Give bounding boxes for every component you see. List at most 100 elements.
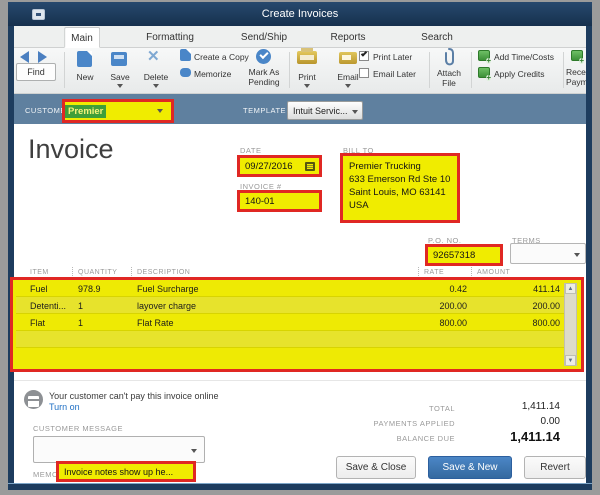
revert-button[interactable]: Revert bbox=[524, 456, 586, 479]
cell-quantity[interactable]: 978.9 bbox=[78, 284, 101, 294]
new-icon bbox=[77, 51, 92, 67]
scroll-down-icon[interactable]: ▼ bbox=[565, 355, 576, 366]
print-later-label[interactable]: Print Later bbox=[373, 52, 425, 62]
forward-arrow-icon[interactable] bbox=[38, 51, 47, 63]
bill-to-field[interactable]: Premier Trucking 633 Emerson Rd Ste 10 S… bbox=[340, 153, 460, 223]
cell-rate[interactable]: 0.42 bbox=[406, 284, 467, 294]
cell-item[interactable]: Detenti... bbox=[30, 301, 66, 311]
template-value: Intuit Servic... bbox=[293, 106, 348, 116]
receive-payments-icon bbox=[571, 50, 583, 61]
receive-payments-button[interactable]: Receive Payments bbox=[566, 67, 586, 87]
column-quantity: QUANTITY bbox=[78, 269, 117, 276]
cell-description[interactable]: Flat Rate bbox=[137, 318, 174, 328]
tab-main[interactable]: Main bbox=[64, 27, 100, 48]
tab-send-ship[interactable]: Send/Ship bbox=[235, 27, 293, 48]
form-title: Invoice bbox=[28, 134, 114, 165]
save-icon bbox=[111, 52, 127, 66]
tab-formatting[interactable]: Formatting bbox=[140, 27, 200, 48]
cell-description[interactable]: Fuel Surcharge bbox=[137, 284, 199, 294]
column-rate: RATE bbox=[424, 269, 444, 276]
cell-item[interactable]: Flat bbox=[30, 318, 45, 328]
print-later-checkbox[interactable] bbox=[359, 51, 369, 61]
print-button[interactable]: Print bbox=[292, 72, 322, 82]
save-dropdown-icon[interactable] bbox=[117, 84, 123, 88]
window-titlebar: Create Invoices bbox=[8, 2, 592, 26]
save-close-button[interactable]: Save & Close bbox=[336, 456, 416, 479]
ribbon-divider bbox=[429, 52, 430, 88]
save-button[interactable]: Save bbox=[103, 72, 137, 82]
table-row-empty[interactable] bbox=[16, 348, 564, 365]
cell-rate[interactable]: 800.00 bbox=[406, 318, 467, 328]
total-label: TOTAL bbox=[335, 404, 455, 413]
email-later-label[interactable]: Email Later bbox=[373, 69, 427, 79]
window-menu-icon[interactable] bbox=[32, 9, 45, 20]
customer-message-dropdown[interactable] bbox=[33, 436, 205, 463]
window-border-bottom bbox=[8, 483, 592, 490]
ribbon-divider bbox=[289, 52, 290, 88]
cell-quantity[interactable]: 1 bbox=[78, 301, 83, 311]
credit-card-icon bbox=[24, 390, 43, 409]
new-button[interactable]: New bbox=[68, 72, 102, 82]
customer-message-dropdown-icon bbox=[191, 449, 197, 453]
save-new-button[interactable]: Save & New bbox=[428, 456, 512, 479]
paperclip-icon bbox=[442, 47, 456, 67]
total-value: 1,411.14 bbox=[450, 401, 560, 412]
delete-button[interactable]: Delete bbox=[137, 72, 175, 82]
calendar-icon[interactable] bbox=[305, 162, 315, 171]
footer-divider bbox=[14, 380, 586, 381]
balance-due-value: 1,411.14 bbox=[450, 429, 560, 444]
terms-dropdown-icon bbox=[574, 253, 580, 257]
find-button[interactable]: Find bbox=[16, 63, 56, 81]
template-dropdown-icon bbox=[352, 110, 358, 114]
tab-search[interactable]: Search bbox=[415, 27, 459, 48]
mark-pending-button[interactable]: Mark As Pending bbox=[240, 67, 288, 87]
table-row-empty[interactable] bbox=[16, 331, 564, 348]
print-dropdown-icon[interactable] bbox=[304, 84, 310, 88]
customer-job-value: Premier bbox=[65, 105, 106, 118]
turn-on-link[interactable]: Turn on bbox=[49, 402, 80, 412]
ribbon-divider bbox=[64, 52, 65, 88]
customer-job-annotation-box: Premier bbox=[62, 99, 174, 123]
balance-due-label: BALANCE DUE bbox=[335, 434, 455, 443]
scroll-up-icon[interactable]: ▲ bbox=[565, 283, 576, 294]
cell-amount[interactable]: 200.00 bbox=[480, 301, 560, 311]
apply-credits-button[interactable]: Apply Credits bbox=[494, 69, 564, 79]
email-later-checkbox[interactable] bbox=[359, 68, 369, 78]
back-arrow-icon[interactable] bbox=[20, 51, 29, 63]
po-no-field[interactable]: 92657318 bbox=[425, 244, 503, 266]
table-scrollbar[interactable]: ▲ ▼ bbox=[564, 283, 577, 366]
tab-reports[interactable]: Reports bbox=[324, 27, 371, 48]
items-table: Fuel 978.9 Fuel Surcharge 0.42 411.14 De… bbox=[10, 277, 584, 372]
create-invoices-window: Create Invoices Main Formatting Send/Shi… bbox=[0, 0, 600, 495]
delete-icon: ✕ bbox=[147, 47, 160, 65]
email-icon bbox=[339, 52, 357, 64]
template-dropdown[interactable]: Intuit Servic... bbox=[287, 101, 363, 120]
terms-dropdown[interactable] bbox=[510, 243, 586, 264]
table-row[interactable]: Flat 1 Flat Rate 800.00 800.00 bbox=[16, 314, 564, 331]
mark-pending-icon bbox=[256, 49, 271, 64]
memorize-icon bbox=[180, 68, 191, 77]
date-field[interactable]: 09/27/2016 bbox=[237, 155, 322, 177]
customer-message-label: CUSTOMER MESSAGE bbox=[33, 424, 123, 433]
customer-job-dropdown[interactable]: Premier bbox=[65, 102, 171, 120]
cell-rate[interactable]: 200.00 bbox=[406, 301, 467, 311]
memo-field[interactable]: Invoice notes show up he... bbox=[56, 461, 196, 482]
memo-label: MEMO bbox=[33, 470, 58, 479]
table-row[interactable]: Fuel 978.9 Fuel Surcharge 0.42 411.14 bbox=[16, 280, 564, 297]
email-dropdown-icon[interactable] bbox=[345, 84, 351, 88]
column-amount: AMOUNT bbox=[477, 269, 510, 276]
table-row[interactable]: Detenti... 1 layover charge 200.00 200.0… bbox=[16, 297, 564, 314]
template-label: TEMPLATE bbox=[243, 106, 286, 115]
cell-amount[interactable]: 411.14 bbox=[480, 284, 560, 294]
attach-file-button[interactable]: Attach File bbox=[432, 68, 466, 88]
create-copy-button[interactable]: Create a Copy bbox=[194, 52, 264, 62]
add-time-costs-button[interactable]: Add Time/Costs bbox=[494, 52, 564, 62]
invoice-no-field[interactable]: 140-01 bbox=[237, 190, 322, 212]
cell-amount[interactable]: 800.00 bbox=[480, 318, 560, 328]
print-icon bbox=[297, 51, 317, 64]
cell-description[interactable]: layover charge bbox=[137, 301, 196, 311]
cell-item[interactable]: Fuel bbox=[30, 284, 48, 294]
cell-quantity[interactable]: 1 bbox=[78, 318, 83, 328]
column-item: ITEM bbox=[30, 269, 49, 276]
delete-dropdown-icon[interactable] bbox=[153, 84, 159, 88]
